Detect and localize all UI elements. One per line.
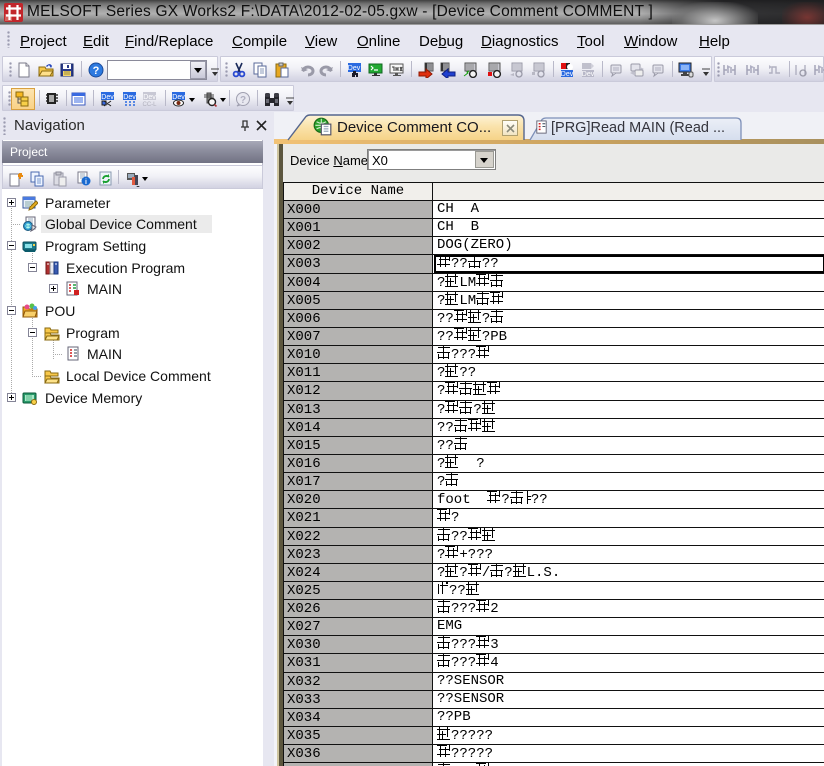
svg-text:?: ? bbox=[240, 95, 246, 106]
svg-text:i: i bbox=[85, 179, 87, 186]
svg-text:Dev: Dev bbox=[582, 71, 595, 78]
svg-text:Dev: Dev bbox=[123, 94, 136, 101]
svg-text:Dev: Dev bbox=[101, 94, 114, 101]
svg-text:Dev: Dev bbox=[143, 94, 156, 101]
svg-text:CC-L: CC-L bbox=[142, 102, 157, 107]
svg-text:Dev: Dev bbox=[561, 71, 574, 78]
svg-text:Dev: Dev bbox=[348, 65, 361, 72]
svg-text:?: ? bbox=[93, 65, 100, 77]
